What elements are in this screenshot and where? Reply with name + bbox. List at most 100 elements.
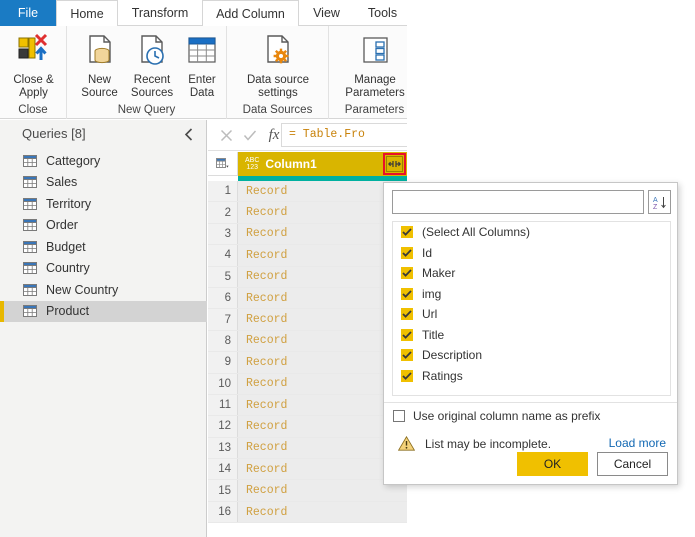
use-prefix-option[interactable]: Use original column name as prefix xyxy=(393,409,600,423)
ribbon-button-close-apply[interactable]: Close & Apply xyxy=(2,30,65,99)
queries-pane-header: Queries [8] xyxy=(0,120,207,150)
table-row[interactable]: 2 Record xyxy=(208,202,407,224)
data-source-settings-icon xyxy=(231,30,325,72)
column-header-column1[interactable]: ABC 123 Column1 xyxy=(238,152,407,176)
table-row[interactable]: 10 Record xyxy=(208,373,407,395)
column-checkbox-item[interactable]: Url xyxy=(393,304,670,325)
manage-parameters-icon xyxy=(332,30,407,72)
column-checkbox-item[interactable]: img xyxy=(393,284,670,305)
ribbon-tab-file[interactable]: File xyxy=(0,0,56,26)
ribbon-tab-add-column[interactable]: Add Column xyxy=(202,0,299,27)
row-cell-column1[interactable]: Record xyxy=(238,330,407,352)
table-row[interactable]: 7 Record xyxy=(208,309,407,331)
query-item-label: Cattegory xyxy=(46,153,101,168)
column-header-label: Column1 xyxy=(265,157,317,171)
sort-az-icon[interactable]: A Z xyxy=(648,190,671,214)
column-checkbox-list[interactable]: (Select All Columns) Id Maker img Url Title De… xyxy=(392,221,671,396)
query-item-country[interactable]: Country xyxy=(0,258,207,280)
ribbon-button-recent-sources[interactable]: Recent Sources xyxy=(124,30,180,99)
table-row[interactable]: 1 Record xyxy=(208,181,407,203)
use-prefix-checkbox[interactable] xyxy=(393,410,405,422)
row-cell-column1[interactable]: Record xyxy=(238,437,407,459)
column-checkbox-item[interactable]: Title xyxy=(393,325,670,346)
query-item-label: New Country xyxy=(46,282,119,297)
query-item-sales[interactable]: Sales xyxy=(0,172,207,194)
row-cell-column1[interactable]: Record xyxy=(238,394,407,416)
query-item-label: Product xyxy=(46,304,90,319)
ribbon-button-data-source-settings[interactable]: Data source settings xyxy=(231,30,325,99)
load-more-link[interactable]: Load more xyxy=(609,436,666,450)
table-icon xyxy=(23,240,37,253)
row-cell-column1[interactable]: Record xyxy=(238,459,407,480)
checkbox-checked-icon[interactable] xyxy=(401,328,413,341)
table-row[interactable]: 3 Record xyxy=(208,223,407,246)
column-checkbox-item[interactable]: Id xyxy=(393,243,670,264)
expand-columns-icon[interactable] xyxy=(386,156,403,172)
column-checkbox-item[interactable]: (Select All Columns) xyxy=(393,222,670,243)
table-row[interactable]: 11 Record xyxy=(208,394,407,417)
row-cell-column1[interactable]: Record xyxy=(238,223,407,245)
query-item-label: Territory xyxy=(46,196,92,211)
ribbon-tab-transform[interactable]: Transform xyxy=(118,0,202,26)
row-cell-column1[interactable]: Record xyxy=(238,480,407,501)
cancel-formula-icon[interactable] xyxy=(214,124,238,146)
ok-button[interactable]: OK xyxy=(517,452,588,476)
checkbox-checked-icon[interactable] xyxy=(401,246,413,259)
table-row[interactable]: 5 Record xyxy=(208,266,407,288)
row-number: 2 xyxy=(208,202,238,223)
search-input[interactable] xyxy=(392,190,644,214)
row-cell-column1[interactable]: Record xyxy=(238,373,407,394)
table-row[interactable]: 15 Record xyxy=(208,480,407,502)
checkbox-checked-icon[interactable] xyxy=(401,287,413,300)
row-cell-column1[interactable]: Record xyxy=(238,245,407,266)
ribbon-button-new-source[interactable]: New Source xyxy=(73,30,126,99)
ribbon-tab-tools[interactable]: Tools xyxy=(354,0,407,26)
accept-formula-icon[interactable] xyxy=(238,124,262,146)
row-cell-column1[interactable]: Record xyxy=(238,287,407,309)
table-row[interactable]: 6 Record xyxy=(208,287,407,310)
column-checkbox-item[interactable]: Maker xyxy=(393,263,670,284)
checkbox-checked-icon[interactable] xyxy=(401,226,413,239)
ribbon-button-label: Recent Sources xyxy=(130,74,174,99)
ribbon-group-new-query: New Source Recent Sources Enter Data New Qu… xyxy=(67,26,227,119)
collapse-left-icon[interactable] xyxy=(179,125,197,143)
row-number: 12 xyxy=(208,416,238,437)
row-cell-column1[interactable]: Record xyxy=(238,309,407,330)
checkbox-checked-icon[interactable] xyxy=(401,267,413,280)
table-row[interactable]: 16 Record xyxy=(208,501,407,524)
checkbox-checked-icon[interactable] xyxy=(401,349,413,362)
ribbon-tab-home[interactable]: Home xyxy=(56,0,118,27)
select-all-columns-corner[interactable] xyxy=(208,152,238,176)
row-cell-column1[interactable]: Record xyxy=(238,416,407,437)
row-cell-column1[interactable]: Record xyxy=(238,202,407,223)
query-item-order[interactable]: Order xyxy=(0,215,207,237)
column-checkbox-item[interactable]: Ratings xyxy=(393,366,670,387)
checkbox-checked-icon[interactable] xyxy=(401,308,413,321)
panel-divider xyxy=(384,402,677,403)
column-checkbox-item[interactable]: Description xyxy=(393,345,670,366)
query-item-territory[interactable]: Territory xyxy=(0,193,207,215)
table-row[interactable]: 13 Record xyxy=(208,437,407,460)
table-row[interactable]: 9 Record xyxy=(208,352,407,374)
query-item-product[interactable]: Product xyxy=(0,300,207,322)
ribbon-button-label: Enter Data xyxy=(188,74,216,99)
warning-icon xyxy=(397,435,416,451)
query-item-new-country[interactable]: New Country xyxy=(0,279,207,301)
row-cell-column1[interactable]: Record xyxy=(238,266,407,287)
table-row[interactable]: 14 Record xyxy=(208,459,407,481)
query-item-cattegory[interactable]: Cattegory xyxy=(0,150,207,172)
table-row[interactable]: 12 Record xyxy=(208,416,407,438)
formula-input[interactable]: = Table.Fro xyxy=(281,123,407,147)
ribbon-button-manage-parameters[interactable]: Manage Parameters xyxy=(332,30,407,99)
query-item-budget[interactable]: Budget xyxy=(0,236,207,258)
row-cell-column1[interactable]: Record xyxy=(238,501,407,523)
row-cell-column1[interactable]: Record xyxy=(238,352,407,373)
ribbon-tab-view[interactable]: View xyxy=(299,0,354,26)
table-row[interactable]: 8 Record xyxy=(208,330,407,353)
cancel-button[interactable]: Cancel xyxy=(597,452,668,476)
column-checkbox-label: Maker xyxy=(422,266,456,281)
checkbox-checked-icon[interactable] xyxy=(401,369,413,382)
ribbon-button-enter-data[interactable]: Enter Data xyxy=(179,30,225,99)
table-row[interactable]: 4 Record xyxy=(208,245,407,267)
row-cell-column1[interactable]: Record xyxy=(238,181,407,202)
